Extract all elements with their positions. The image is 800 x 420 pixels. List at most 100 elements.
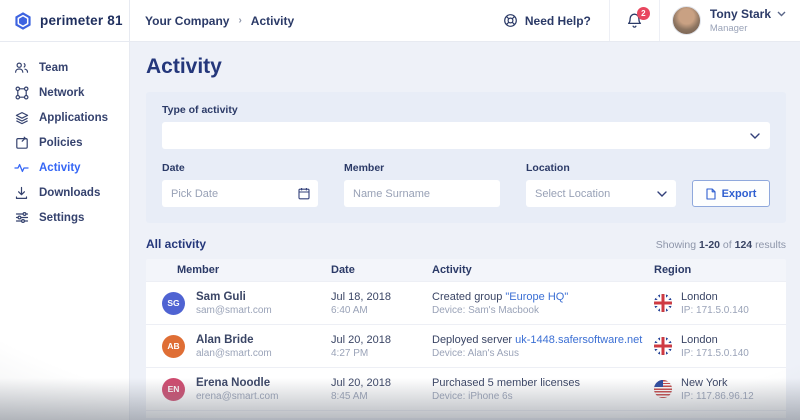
location-select[interactable]: Select Location xyxy=(526,180,676,207)
sidebar-item-label: Activity xyxy=(39,161,81,174)
calendar-icon[interactable] xyxy=(298,187,310,200)
applications-icon xyxy=(14,111,29,125)
sidebar-item-activity[interactable]: Activity xyxy=(0,155,129,180)
settings-icon xyxy=(14,211,29,224)
sidebar-item-label: Network xyxy=(39,86,85,99)
type-of-activity-label: Type of activity xyxy=(162,104,238,116)
results-count: Showing 1-20 of 124 results xyxy=(655,239,786,251)
member-name: Alan Bride xyxy=(196,333,254,346)
user-role: Manager xyxy=(709,23,748,34)
export-file-icon xyxy=(706,187,716,200)
activity-text: Created group xyxy=(432,290,506,303)
need-help-label: Need Help? xyxy=(524,13,591,28)
activity-text: Purchased 5 member licenses xyxy=(432,376,580,389)
brand-name: perimeter 81 xyxy=(40,13,123,28)
sidebar-item-settings[interactable]: Settings xyxy=(0,205,129,230)
table-row[interactable]: EN Erena Noodle erena@smart.com Jul 20, … xyxy=(146,367,786,410)
sidebar-item-policies[interactable]: Policies xyxy=(0,130,129,155)
uk-flag-icon xyxy=(654,294,672,312)
activity-icon xyxy=(14,163,29,173)
sidebar-item-label: Applications xyxy=(39,111,109,124)
region-ip: IP: 171.5.0.140 xyxy=(681,347,749,359)
activity-date: Jul 20, 2018 xyxy=(331,376,391,389)
location-label: Location xyxy=(526,162,570,174)
need-help-button[interactable]: Need Help? xyxy=(485,0,609,41)
table-header-row: Member Date Activity Region xyxy=(146,259,786,281)
downloads-icon xyxy=(14,186,29,200)
avatar: EN xyxy=(162,377,185,401)
col-header-region: Region xyxy=(654,264,692,276)
table-row[interactable]: AB Alan Bride alan@smart.com Jul 20, 201… xyxy=(146,324,786,367)
filter-panel: Type of activity Date Member xyxy=(146,92,786,223)
date-input[interactable] xyxy=(162,180,318,207)
region-city: London xyxy=(681,290,718,303)
sidebar-item-label: Team xyxy=(39,61,69,74)
member-email: erena@smart.com xyxy=(196,390,279,402)
notification-badge: 2 xyxy=(636,7,650,20)
header-right: Need Help? 2 Tony Stark Manager xyxy=(485,0,800,41)
breadcrumb-company[interactable]: Your Company xyxy=(145,14,229,28)
activity-time: 4:27 PM xyxy=(331,347,369,359)
logo-hexagon-icon xyxy=(13,11,33,31)
date-label: Date xyxy=(162,162,185,174)
region-ip: IP: 117.86.96.12 xyxy=(681,390,754,402)
user-name: Tony Stark xyxy=(709,7,771,21)
member-input[interactable] xyxy=(344,180,500,207)
sidebar-item-applications[interactable]: Applications xyxy=(0,105,129,130)
lifebuoy-icon xyxy=(503,13,518,28)
uk-flag-icon xyxy=(654,337,672,355)
team-icon xyxy=(14,61,29,74)
sidebar-item-label: Policies xyxy=(39,136,83,149)
activity-time: 6:40 AM xyxy=(331,304,368,316)
sidebar-item-label: Settings xyxy=(39,211,85,224)
breadcrumb-chevron-icon: › xyxy=(238,15,242,26)
activity-date: Jul 18, 2018 xyxy=(331,290,391,303)
avatar xyxy=(671,6,701,35)
col-header-member: Member xyxy=(177,264,220,276)
us-flag-icon xyxy=(654,380,672,398)
user-menu[interactable]: Tony Stark Manager xyxy=(660,6,800,35)
notifications-button[interactable]: 2 xyxy=(608,0,660,41)
network-icon xyxy=(14,85,29,100)
col-header-date: Date xyxy=(331,264,355,276)
sidebar-item-downloads[interactable]: Downloads xyxy=(0,180,129,205)
avatar: SG xyxy=(162,291,185,315)
export-label: Export xyxy=(721,187,757,200)
member-email: alan@smart.com xyxy=(196,347,272,359)
export-button[interactable]: Export xyxy=(692,180,770,207)
member-name: Sam Guli xyxy=(196,290,246,303)
main-content: Activity Type of activity Date Pick Date… xyxy=(130,42,800,420)
sidebar-item-label: Downloads xyxy=(39,186,101,199)
type-of-activity-select[interactable] xyxy=(162,122,770,149)
chevron-down-icon xyxy=(777,11,786,17)
page-title: Activity xyxy=(146,55,222,78)
sidebar-nav: Team Network Applications Policies Activ… xyxy=(0,42,130,420)
top-header: perimeter 81 Your Company › Activity Nee… xyxy=(0,0,800,42)
activity-link[interactable]: uk-1448.safersoftware.net xyxy=(515,334,642,346)
region-city: London xyxy=(681,333,718,346)
member-label: Member xyxy=(344,162,385,174)
activity-text: Deployed server xyxy=(432,333,516,346)
policies-icon xyxy=(14,136,29,150)
activity-time: 8:45 AM xyxy=(331,390,368,402)
sidebar-item-network[interactable]: Network xyxy=(0,80,129,105)
chevron-down-icon xyxy=(657,190,667,197)
brand-logo[interactable]: perimeter 81 xyxy=(0,0,130,41)
member-email: sam@smart.com xyxy=(196,304,272,316)
region-city: New York xyxy=(681,376,728,389)
breadcrumb-page[interactable]: Activity xyxy=(251,14,294,28)
activity-device: Device: Alan's Asus xyxy=(432,347,519,359)
table-row-partial xyxy=(146,410,786,418)
col-header-activity: Activity xyxy=(432,264,472,276)
all-activity-title: All activity xyxy=(146,237,207,251)
member-name: Erena Noodle xyxy=(196,376,271,389)
activity-table: Member Date Activity Region SG Sam Guli … xyxy=(146,259,786,418)
location-select-placeholder: Select Location xyxy=(535,187,611,200)
avatar: AB xyxy=(162,334,185,358)
activity-link[interactable]: "Europe HQ" xyxy=(505,291,568,303)
activity-device: Device: iPhone 6s xyxy=(432,390,513,402)
chevron-down-icon xyxy=(750,132,760,139)
region-ip: IP: 171.5.0.140 xyxy=(681,304,749,316)
table-row[interactable]: SG Sam Guli sam@smart.com Jul 18, 2018 6… xyxy=(146,281,786,324)
sidebar-item-team[interactable]: Team xyxy=(0,55,129,80)
